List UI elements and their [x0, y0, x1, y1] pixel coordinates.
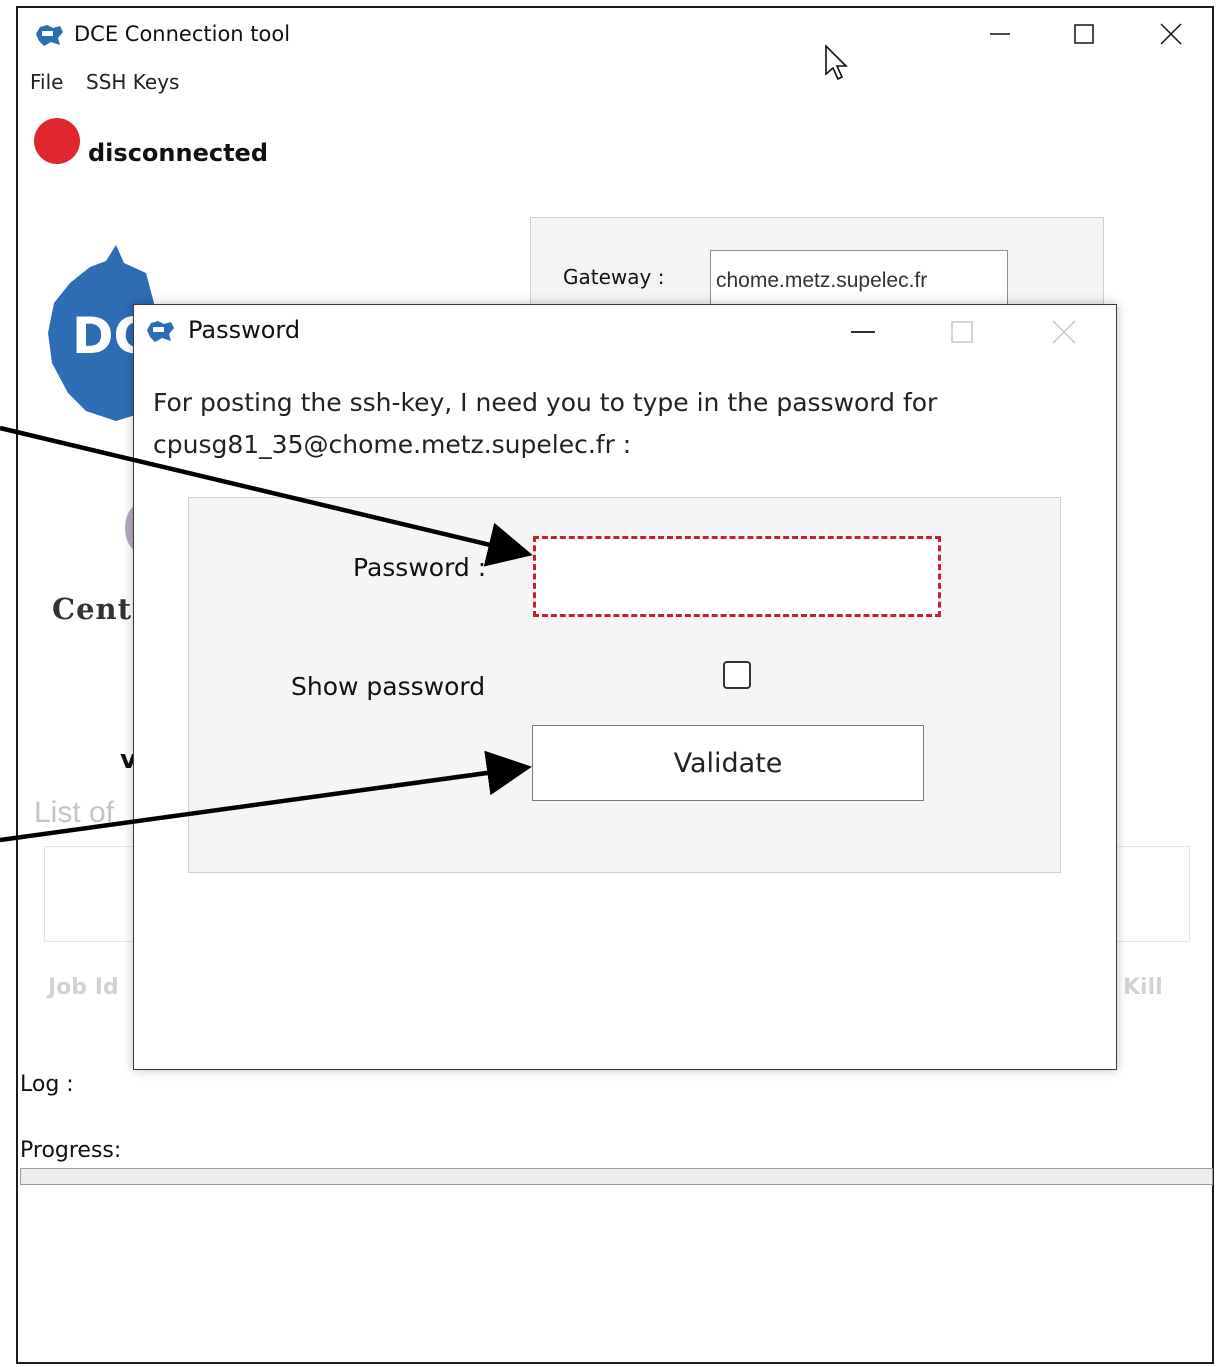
log-label: Log :	[20, 1072, 74, 1097]
job-id-column-header: Job Id	[48, 975, 119, 1000]
dce-app-icon	[36, 25, 63, 46]
close-icon	[1160, 23, 1182, 45]
dialog-close-button[interactable]	[1041, 312, 1087, 352]
gateway-input[interactable]: chome.metz.supelec.fr	[710, 250, 1008, 306]
close-button[interactable]	[1148, 14, 1194, 54]
gateway-label: Gateway :	[563, 265, 665, 289]
password-input[interactable]	[533, 536, 941, 617]
jobs-list-label: List of	[34, 796, 115, 829]
validate-button[interactable]: Validate	[532, 725, 924, 801]
window-title: DCE Connection tool	[74, 22, 291, 46]
minimize-icon	[851, 331, 875, 333]
password-label: Password :	[353, 553, 487, 582]
dialog-title: Password	[188, 316, 301, 344]
progress-bar	[20, 1168, 1213, 1185]
progress-label: Progress:	[20, 1138, 122, 1163]
show-password-label: Show password	[291, 672, 486, 701]
close-icon	[1052, 320, 1076, 344]
minimize-icon	[990, 33, 1010, 35]
show-password-checkbox[interactable]	[723, 661, 751, 689]
connection-status-text: disconnected	[88, 139, 269, 167]
menu-ssh-keys[interactable]: SSH Keys	[86, 70, 179, 94]
minimize-button[interactable]	[977, 14, 1023, 54]
maximize-button[interactable]	[1061, 14, 1107, 54]
connection-status-indicator	[34, 118, 80, 164]
dialog-message: For posting the ssh-key, I need you to t…	[153, 382, 937, 466]
mouse-cursor-icon	[825, 44, 848, 81]
dialog-message-line2: cpusg81_35@chome.metz.supelec.fr :	[153, 430, 632, 459]
maximize-icon	[1074, 24, 1094, 44]
dialog-minimize-button[interactable]	[840, 312, 886, 352]
kill-column-header: Kill	[1123, 975, 1163, 1000]
dialog-message-line1: For posting the ssh-key, I need you to t…	[153, 388, 938, 417]
dialog-maximize-button	[939, 312, 985, 352]
maximize-icon	[951, 321, 973, 343]
dialog-app-icon	[147, 321, 174, 342]
menu-file[interactable]: File	[30, 70, 63, 94]
